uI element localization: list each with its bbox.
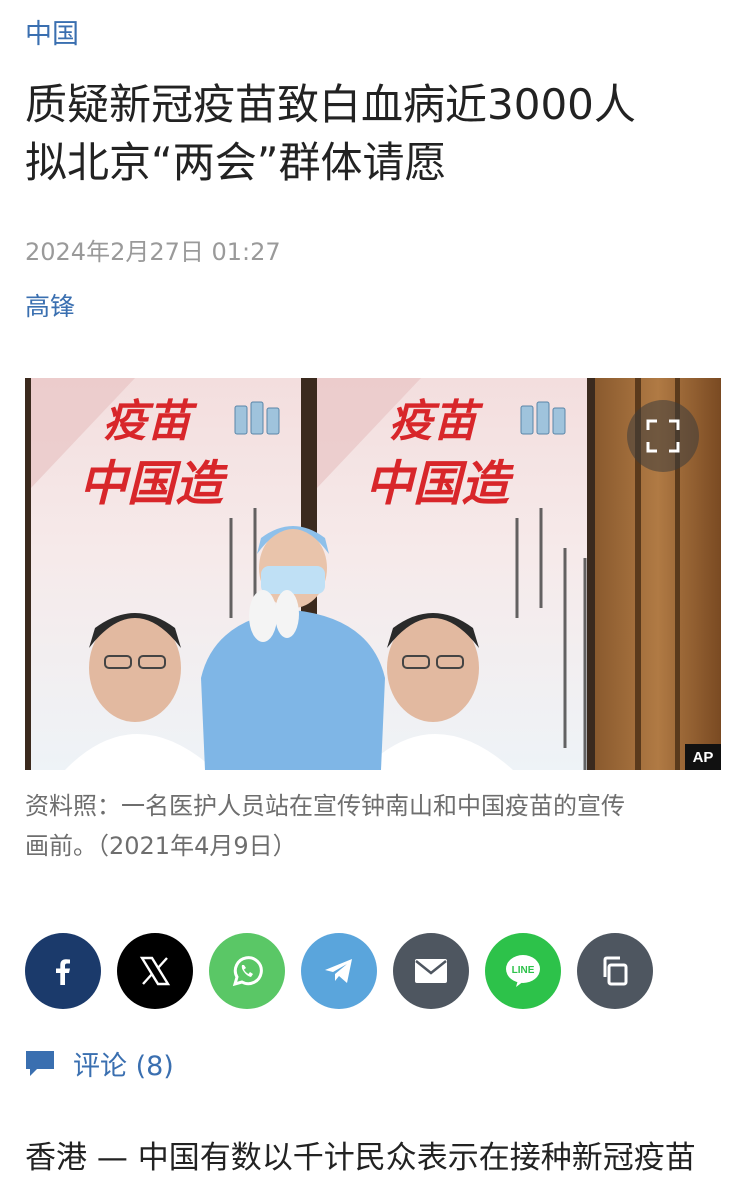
photo-credit-badge: AP — [685, 744, 721, 770]
share-line-button[interactable]: LINE — [485, 933, 561, 1009]
share-facebook-button[interactable] — [25, 933, 101, 1009]
comments-label: 评论 (8) — [73, 1051, 174, 1082]
article-lead-continuation — [25, 1182, 725, 1200]
poster-text-made-in-china: 中国造 — [79, 456, 228, 512]
whatsapp-icon — [232, 956, 263, 987]
author-link[interactable]: 高锋 — [25, 287, 75, 323]
article-lead: 香港 — 中国有数以千计民众表示在接种新冠疫苗 — [25, 1140, 696, 1176]
share-email-button[interactable] — [393, 933, 469, 1009]
expand-image-button[interactable] — [627, 400, 699, 472]
headline-line-1: 质疑新冠疫苗致白血病近3000人 — [25, 80, 636, 129]
share-bar: LINE — [25, 933, 653, 1009]
copy-link-button[interactable] — [577, 933, 653, 1009]
caption-line-2: 画前。（2021年4月9日） — [25, 832, 297, 860]
facebook-icon — [56, 959, 70, 985]
x-icon — [139, 956, 171, 986]
caption-line-1: 资料照：一名医护人员站在宣传钟南山和中国疫苗的宣传 — [25, 792, 625, 820]
comments-link[interactable]: 评论 (8) — [25, 1044, 174, 1083]
share-whatsapp-button[interactable] — [209, 933, 285, 1009]
article-photo[interactable]: 疫苗 中国造 疫苗 中国造 AP — [25, 378, 721, 770]
share-telegram-button[interactable] — [301, 933, 377, 1009]
article-headline: 质疑新冠疫苗致白血病近3000人 拟北京“两会”群体请愿 — [25, 76, 725, 192]
category-link[interactable]: 中国 — [25, 12, 79, 51]
copy-icon — [603, 956, 628, 986]
line-icon-label: LINE — [512, 965, 535, 976]
photo-illustration: 疫苗 中国造 疫苗 中国造 — [25, 378, 721, 770]
share-x-button[interactable] — [117, 933, 193, 1009]
envelope-icon — [415, 959, 447, 983]
headline-line-2: 拟北京“两会”群体请愿 — [25, 138, 447, 187]
line-icon: LINE — [506, 955, 540, 987]
publish-date: 2024年2月27日 01:27 — [25, 238, 281, 266]
expand-icon — [646, 419, 680, 453]
poster-text-made-in-china-2: 中国造 — [365, 456, 514, 512]
telegram-icon — [325, 959, 352, 983]
photo-caption: 资料照：一名医护人员站在宣传钟南山和中国疫苗的宣传 画前。（2021年4月9日） — [25, 786, 725, 866]
comment-icon — [26, 1050, 54, 1076]
poster-text-vaccine: 疫苗 — [103, 396, 198, 447]
poster-text-vaccine-2: 疫苗 — [389, 396, 484, 447]
